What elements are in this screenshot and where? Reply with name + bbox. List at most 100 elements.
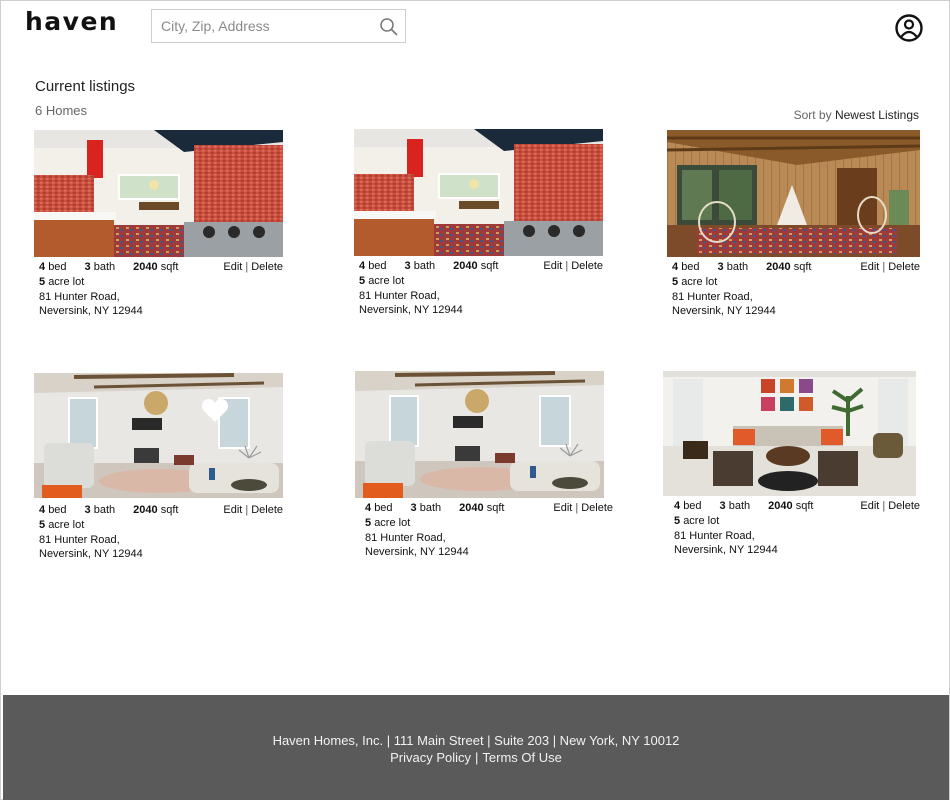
baths-value: 3	[404, 260, 411, 272]
edit-link[interactable]: Edit	[543, 260, 562, 272]
street-address: 81 Hunter Road,	[359, 289, 440, 302]
edit-link[interactable]: Edit	[860, 261, 879, 273]
lot-size: 5 acre lot	[39, 518, 85, 531]
beds-value: 4	[39, 504, 46, 516]
delete-link[interactable]: Delete	[571, 260, 603, 272]
street-address: 81 Hunter Road,	[672, 290, 753, 303]
footer-divider: |	[475, 750, 479, 765]
delete-link[interactable]: Delete	[251, 504, 283, 516]
baths-value: 3	[719, 500, 726, 512]
listing-card[interactable]: 4 bed 3 bath 2040 sqft 5 acre lot 81 Hunte…	[34, 373, 294, 562]
sort-label: Sort by	[793, 108, 832, 122]
sqft-value: 2040	[768, 500, 793, 512]
listing-details: 4 bed 3 bath 2040 sqft 5 acre lot 81 Hunte…	[34, 260, 294, 319]
search-input[interactable]	[152, 10, 372, 42]
edit-link[interactable]: Edit	[860, 500, 879, 512]
listing-actions: Edit | Delete	[223, 260, 283, 275]
delete-link[interactable]: Delete	[888, 500, 920, 512]
city-address: Neversink, NY 12944	[359, 304, 463, 317]
listing-details: 4 bed 3 bath 2040 sqft 5 acre lot 81 Hunte…	[354, 259, 614, 318]
footer: Haven Homes, Inc. | 111 Main Street | Su…	[3, 695, 949, 800]
lot-size: 5 acre lot	[359, 274, 405, 287]
edit-link[interactable]: Edit	[553, 502, 572, 514]
baths-unit: bath	[419, 502, 442, 514]
lot-size: 5 acre lot	[672, 275, 718, 288]
beds-value: 4	[674, 500, 681, 512]
sqft-unit: sqft	[486, 502, 505, 514]
user-circle-icon[interactable]	[894, 13, 924, 43]
baths-value: 3	[410, 502, 417, 514]
beds-value: 4	[359, 260, 366, 272]
search-box[interactable]	[151, 9, 406, 43]
company-address: Haven Homes, Inc. | 111 Main Street | Su…	[272, 733, 680, 748]
beds-unit: bed	[48, 504, 67, 516]
sqft-unit: sqft	[795, 500, 814, 512]
listing-actions: Edit | Delete	[543, 259, 603, 274]
page-title: Current listings	[35, 78, 136, 95]
listing-details: 4 bed 3 bath 2040 sqft 5 acre lot 81 Hunte…	[355, 501, 615, 560]
listing-card[interactable]: 4 bed 3 bath 2040 sqft 5 acre lot 81 Hunte…	[355, 371, 615, 560]
delete-link[interactable]: Delete	[251, 261, 283, 273]
delete-link[interactable]: Delete	[581, 502, 613, 514]
beds-value: 4	[39, 261, 46, 273]
baths-unit: bath	[93, 261, 116, 273]
sqft-unit: sqft	[480, 260, 499, 272]
cabin-porch-photo[interactable]	[667, 130, 920, 257]
sqft-unit: sqft	[160, 504, 179, 516]
lounge-photo[interactable]	[663, 371, 916, 496]
search-icon[interactable]	[379, 17, 399, 37]
beds-value: 4	[672, 261, 679, 273]
divider: |	[245, 261, 249, 273]
baths-value: 3	[717, 261, 724, 273]
listing-card[interactable]: 4 bed 3 bath 2040 sqft 5 acre lot 81 Hunte…	[663, 371, 923, 558]
terms-of-use-link[interactable]: Terms Of Use	[482, 750, 561, 765]
street-address: 81 Hunter Road,	[39, 290, 120, 303]
sort-control[interactable]: Sort by Newest Listings	[794, 108, 919, 122]
baths-unit: bath	[728, 500, 751, 512]
beds-unit: bed	[374, 502, 393, 514]
divider: |	[882, 261, 886, 273]
header: haven	[1, 1, 950, 61]
beds-unit: bed	[683, 500, 702, 512]
living-room-photo[interactable]	[355, 371, 604, 498]
kitchen-photo[interactable]	[34, 130, 283, 257]
baths-unit: bath	[413, 260, 436, 272]
listing-actions: Edit | Delete	[223, 503, 283, 518]
home-count: 6 Homes	[35, 103, 88, 118]
footer-links: Privacy Policy | Terms Of Use	[3, 750, 949, 765]
delete-link[interactable]: Delete	[888, 261, 920, 273]
sqft-value: 2040	[453, 260, 478, 272]
edit-link[interactable]: Edit	[223, 504, 242, 516]
edit-link[interactable]: Edit	[223, 261, 242, 273]
listing-details: 4 bed 3 bath 2040 sqft 5 acre lot 81 Hunte…	[34, 503, 294, 562]
divider: |	[882, 500, 886, 512]
lot-size: 5 acre lot	[365, 516, 411, 529]
sqft-value: 2040	[459, 502, 484, 514]
city-address: Neversink, NY 12944	[39, 305, 143, 318]
listing-card[interactable]: 4 bed 3 bath 2040 sqft 5 acre lot 81 Hunte…	[667, 130, 927, 319]
listing-actions: Edit | Delete	[860, 260, 920, 275]
listing-card[interactable]: 4 bed 3 bath 2040 sqft 5 acre lot 81 Hunte…	[34, 130, 294, 319]
divider: |	[565, 260, 569, 272]
logo[interactable]: haven	[25, 7, 118, 36]
city-address: Neversink, NY 12944	[39, 548, 143, 561]
baths-value: 3	[84, 504, 91, 516]
street-address: 81 Hunter Road,	[39, 533, 120, 546]
listing-card[interactable]: 4 bed 3 bath 2040 sqft 5 acre lot 81 Hunte…	[354, 129, 614, 318]
heart-icon[interactable]	[201, 397, 229, 423]
sqft-value: 2040	[133, 261, 158, 273]
listing-actions: Edit | Delete	[553, 501, 613, 516]
divider: |	[245, 504, 249, 516]
living-room-photo[interactable]	[34, 373, 283, 500]
listing-details: 4 bed 3 bath 2040 sqft 5 acre lot 81 Hunte…	[663, 499, 923, 558]
baths-value: 3	[84, 261, 91, 273]
baths-unit: bath	[726, 261, 749, 273]
lot-size: 5 acre lot	[674, 514, 720, 527]
street-address: 81 Hunter Road,	[365, 531, 446, 544]
listing-actions: Edit | Delete	[860, 499, 920, 514]
kitchen-photo[interactable]	[354, 129, 603, 256]
privacy-policy-link[interactable]: Privacy Policy	[390, 750, 471, 765]
divider: |	[575, 502, 579, 514]
listing-details: 4 bed 3 bath 2040 sqft 5 acre lot 81 Hunte…	[667, 260, 927, 319]
sort-value[interactable]: Newest Listings	[835, 108, 919, 122]
